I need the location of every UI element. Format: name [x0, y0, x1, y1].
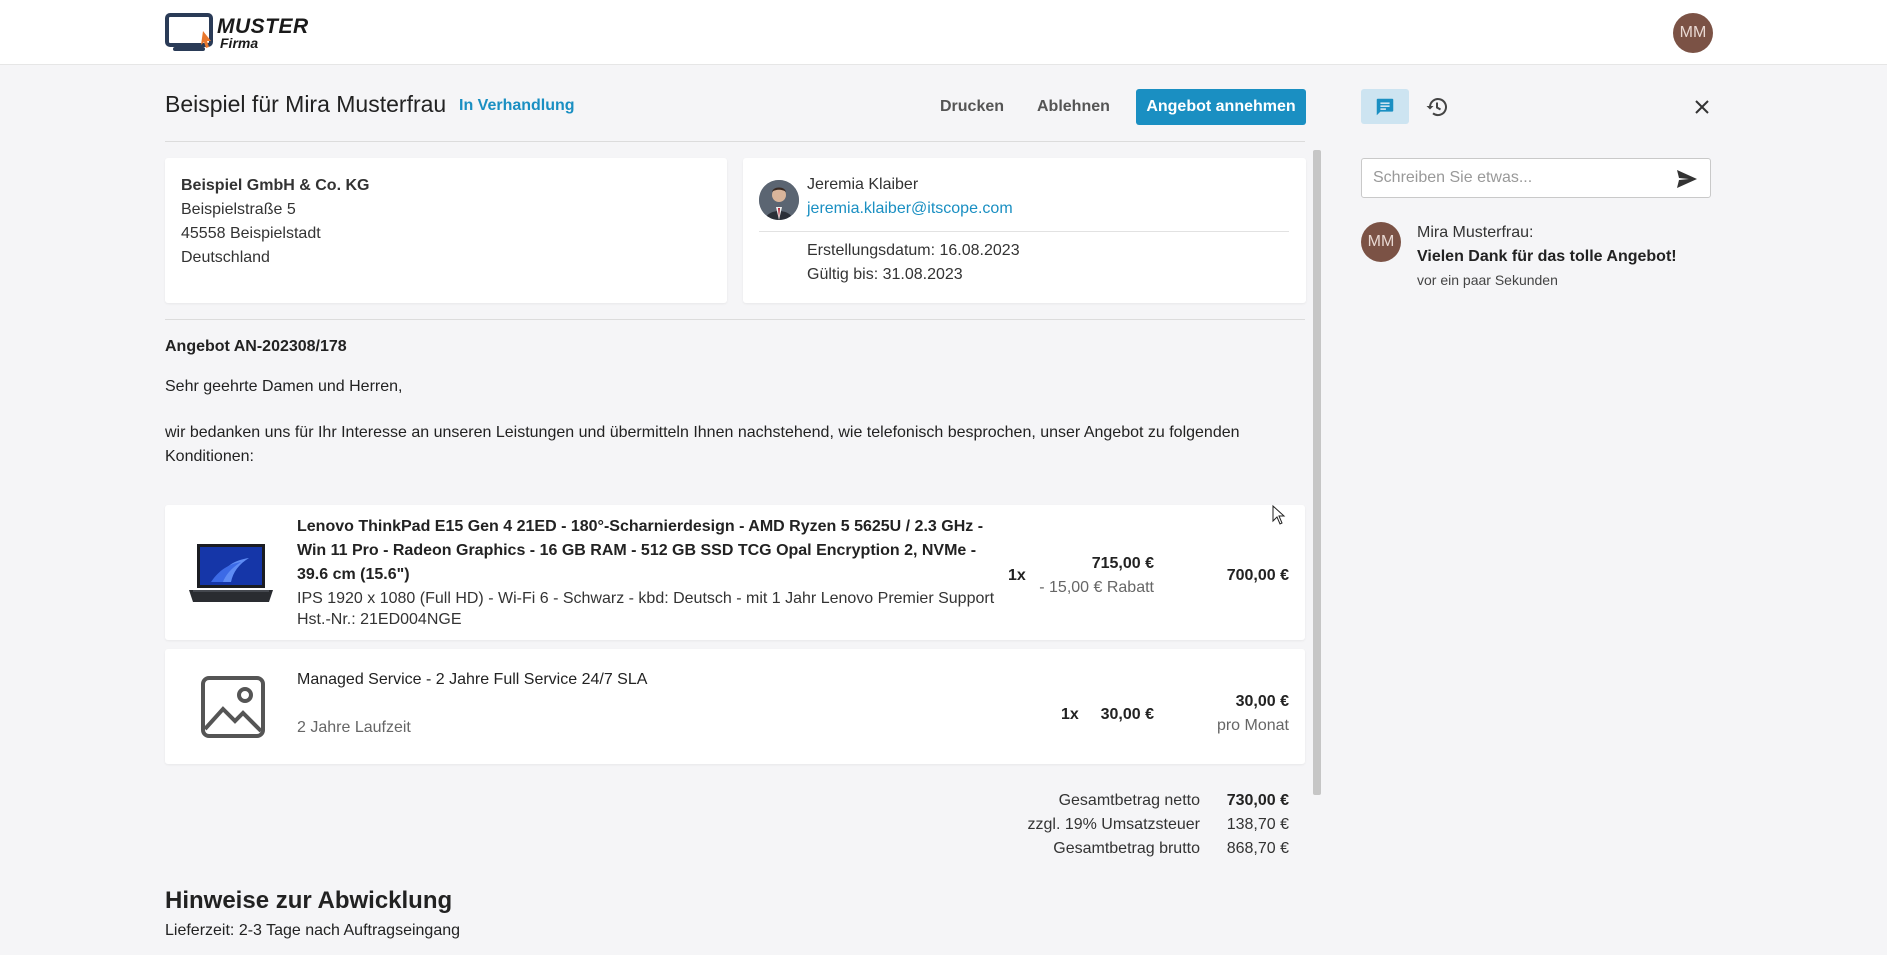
- tax-label: zzgl. 19% Umsatzsteuer: [1027, 816, 1200, 833]
- send-icon: [1677, 170, 1697, 188]
- logo-text-secondary: Firma: [220, 35, 259, 51]
- page-title: Beispiel für Mira Musterfrau: [165, 91, 447, 117]
- customer-address-card: Beispiel GmbH & Co. KG Beispielstraße 5 …: [165, 158, 727, 303]
- item-billing-period: pro Monat: [1216, 717, 1289, 734]
- mouse-cursor-icon: [1272, 505, 1286, 525]
- reject-button[interactable]: Ablehnen: [1037, 90, 1110, 124]
- comment-timestamp: vor ein paar Sekunden: [1417, 272, 1558, 288]
- item-runtime: 2 Jahre Laufzeit: [297, 719, 411, 736]
- accept-offer-button[interactable]: Angebot annehmen: [1136, 89, 1306, 125]
- comment-input[interactable]: [1373, 167, 1668, 189]
- customer-city: 45558 Beispielstadt: [181, 225, 321, 242]
- gross-total-value: 868,70 €: [1226, 840, 1289, 857]
- customer-country: Deutschland: [181, 249, 270, 266]
- item-discount: - 15,00 € Rabatt: [1039, 579, 1154, 596]
- item-total: 30,00 €: [1235, 693, 1289, 710]
- close-icon: [1695, 100, 1709, 114]
- comment-text: Vielen Dank für das tolle Angebot!: [1417, 248, 1677, 265]
- top-bar: MUSTER Firma MM: [0, 0, 1887, 65]
- scrollbar[interactable]: [1313, 150, 1321, 795]
- contact-card: Jeremia Klaiber jeremia.klaiber@itscope.…: [743, 158, 1306, 303]
- contact-avatar: [759, 180, 799, 220]
- divider: [165, 141, 1305, 142]
- contact-name: Jeremia Klaiber: [807, 176, 919, 193]
- tab-comments[interactable]: [1361, 89, 1409, 124]
- logo-icon: [165, 13, 213, 51]
- totals-summary: Gesamtbetrag netto 730,00 € zzgl. 19% Um…: [1027, 789, 1289, 861]
- print-button[interactable]: Drucken: [940, 90, 1004, 124]
- chat-icon: [1376, 98, 1394, 115]
- net-total-value: 730,00 €: [1226, 792, 1289, 809]
- item-description: IPS 1920 x 1080 (Full HD) - Wi-Fi 6 - Sc…: [297, 590, 995, 607]
- send-comment-button[interactable]: [1674, 167, 1700, 191]
- company-logo[interactable]: MUSTER Firma: [165, 13, 315, 55]
- salutation-text: Sehr geehrte Damen und Herren,: [165, 378, 403, 395]
- intro-text: wir bedanken uns für Ihr Interesse an un…: [165, 424, 1240, 465]
- comment-sidebar: MM Mira Musterfrau: Vielen Dank für das …: [1361, 65, 1711, 955]
- hints-heading: Hinweise zur Abwicklung: [165, 887, 453, 914]
- item-unit-price: 30,00 €: [1100, 706, 1154, 723]
- image-placeholder-icon: [201, 676, 265, 738]
- item-quantity: 1x: [1061, 706, 1079, 723]
- item-title: Lenovo ThinkPad E15 Gen 4 21ED - 180°-Sc…: [297, 518, 984, 583]
- contact-email-link[interactable]: jeremia.klaiber@itscope.com: [807, 200, 1013, 218]
- item-unit-price: 715,00 €: [1091, 555, 1154, 572]
- net-total-label: Gesamtbetrag netto: [1058, 792, 1200, 809]
- tax-value: 138,70 €: [1226, 816, 1289, 833]
- item-manufacturer-number: Hst.-Nr.: 21ED004NGE: [297, 611, 462, 628]
- offer-main: Beispiel für Mira Musterfrau In Verhandl…: [165, 65, 1306, 955]
- user-avatar[interactable]: MM: [1673, 13, 1713, 53]
- laptop-image: [189, 544, 273, 602]
- comment-author: Mira Musterfrau:: [1417, 224, 1534, 241]
- line-item: Managed Service - 2 Jahre Full Service 2…: [165, 649, 1305, 764]
- offer-number: Angebot AN-202308/178: [165, 338, 347, 355]
- customer-street: Beispielstraße 5: [181, 201, 296, 218]
- history-icon: [1426, 97, 1447, 116]
- item-total: 700,00 €: [1226, 567, 1289, 584]
- gross-total-label: Gesamtbetrag brutto: [1053, 840, 1200, 857]
- item-quantity: 1x: [1008, 567, 1026, 584]
- comment-author-avatar: MM: [1361, 222, 1401, 262]
- close-sidebar-button[interactable]: [1687, 92, 1717, 122]
- item-title: Managed Service - 2 Jahre Full Service 2…: [297, 671, 648, 688]
- delivery-time-text: Lieferzeit: 2-3 Tage nach Auftragseingan…: [165, 922, 461, 939]
- divider: [759, 231, 1289, 232]
- status-badge: In Verhandlung: [459, 97, 575, 114]
- line-item: Lenovo ThinkPad E15 Gen 4 21ED - 180°-Sc…: [165, 505, 1305, 640]
- valid-until-date: Gültig bis: 31.08.2023: [807, 266, 963, 283]
- tab-history[interactable]: [1417, 89, 1457, 124]
- customer-company: Beispiel GmbH & Co. KG: [181, 177, 370, 194]
- divider: [165, 319, 1305, 320]
- comment-box: [1361, 158, 1711, 198]
- creation-date: Erstellungsdatum: 16.08.2023: [807, 242, 1020, 259]
